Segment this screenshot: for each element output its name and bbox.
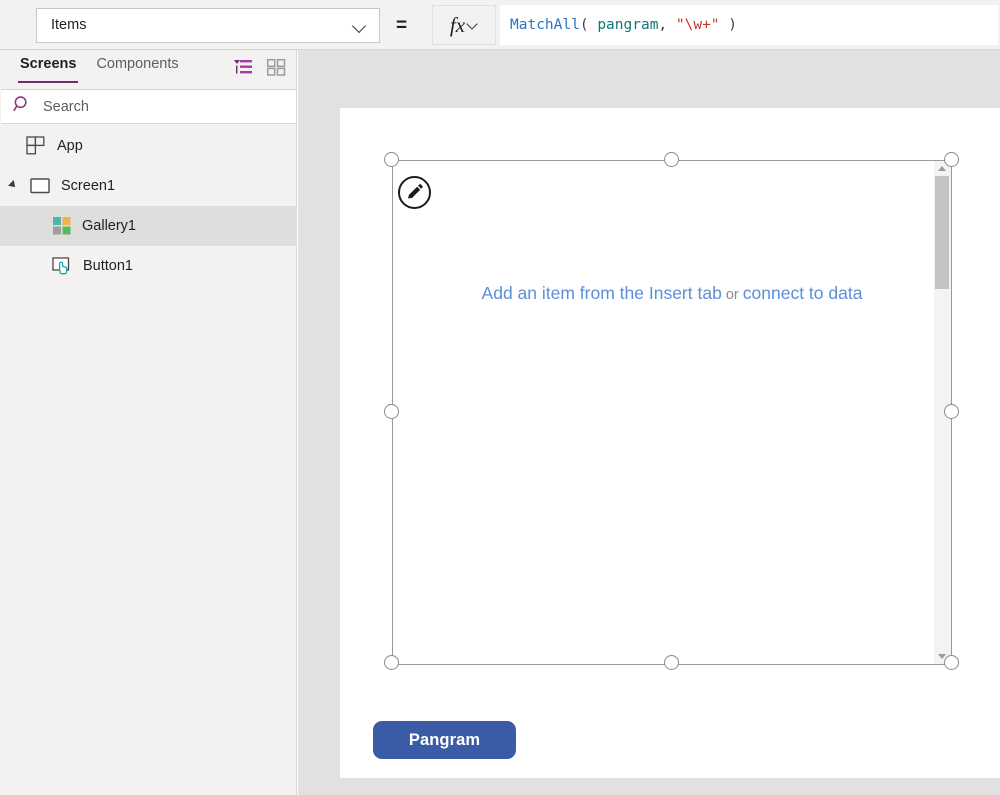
resize-handle-top-right[interactable]: [944, 152, 959, 167]
search-input[interactable]: Search: [1, 89, 297, 124]
formula-token-str: "\w+": [675, 17, 720, 33]
equals-sign: =: [396, 15, 408, 36]
tab-screens[interactable]: Screens: [10, 50, 86, 83]
canvas-area: Add an item from the Insert tab or conne…: [298, 50, 1000, 795]
resize-handle-top-center[interactable]: [664, 152, 679, 167]
scroll-up-arrow-icon[interactable]: [938, 166, 946, 171]
tree-item-gallery1-label: Gallery1: [82, 217, 136, 234]
tree-item-app[interactable]: App: [0, 126, 297, 166]
formula-input[interactable]: MatchAll( pangram, "\w+" ): [500, 5, 998, 45]
pencil-icon: [408, 184, 423, 199]
formula-bar: Items = fx MatchAll( pangram, "\w+" ): [0, 0, 1000, 50]
gallery-icon: [52, 216, 72, 236]
powerapps-studio-window: Items = fx MatchAll( pangram, "\w+" ) Sc…: [0, 0, 1000, 795]
left-sidebar: Screens Components Search App Screen1 Ga…: [0, 50, 297, 795]
search-placeholder: Search: [43, 98, 89, 115]
tree-view-icon[interactable]: [233, 58, 253, 76]
resize-handle-bottom-center[interactable]: [664, 655, 679, 670]
tree-item-app-label: App: [57, 137, 83, 154]
thumbnail-view-icon[interactable]: [266, 58, 286, 76]
tree-item-button1-label: Button1: [83, 257, 133, 274]
chevron-down-icon: [468, 20, 478, 30]
tab-screens-label: Screens: [20, 56, 77, 72]
property-dropdown[interactable]: Items: [36, 8, 380, 43]
property-dropdown-value: Items: [51, 17, 87, 34]
app-icon: [26, 136, 46, 156]
chevron-down-icon: [353, 19, 367, 33]
tab-components[interactable]: Components: [86, 50, 188, 83]
tree-item-gallery1[interactable]: Gallery1: [0, 206, 297, 246]
gallery-control[interactable]: Add an item from the Insert tab or conne…: [392, 160, 952, 665]
tab-components-label: Components: [96, 56, 179, 72]
gallery-scrollbar-thumb[interactable]: [935, 176, 949, 289]
resize-handle-top-left[interactable]: [384, 152, 399, 167]
sidebar-tabs: Screens Components: [0, 50, 296, 89]
pangram-button[interactable]: Pangram: [373, 721, 516, 759]
tree-item-screen1-label: Screen1: [61, 177, 116, 194]
formula-token-ident: pangram: [597, 17, 659, 33]
formula-token-fn: MatchAll: [510, 17, 580, 33]
app-canvas[interactable]: Add an item from the Insert tab or conne…: [340, 108, 1000, 778]
edit-gallery-button[interactable]: [398, 176, 431, 209]
resize-handle-bottom-left[interactable]: [384, 655, 399, 670]
tree-item-screen1[interactable]: Screen1: [0, 166, 297, 206]
fx-icon: fx: [449, 12, 466, 37]
resize-handle-middle-left[interactable]: [384, 404, 399, 419]
pangram-button-label: Pangram: [408, 730, 481, 749]
search-icon: [13, 95, 32, 119]
connect-to-data-link[interactable]: connect to data: [743, 283, 863, 303]
formula-token-punct: ,: [658, 17, 676, 33]
button-icon: [52, 256, 73, 276]
gallery-empty-or: or: [721, 287, 743, 303]
formula-token-punct: ): [719, 17, 738, 33]
formula-token-punct: (: [579, 17, 598, 33]
sidebar-view-toggles: [233, 58, 286, 76]
fx-button[interactable]: fx: [432, 5, 496, 45]
tree-item-button1[interactable]: Button1: [0, 246, 297, 286]
screen-icon: [30, 178, 50, 194]
resize-handle-middle-right[interactable]: [944, 404, 959, 419]
gallery-empty-message: Add an item from the Insert tab or conne…: [393, 283, 951, 304]
expand-collapse-icon[interactable]: [8, 180, 18, 190]
screens-tree: App Screen1 Gallery1 Button1: [0, 126, 297, 286]
insert-tab-link[interactable]: Add an item from the Insert tab: [482, 283, 722, 303]
resize-handle-bottom-right[interactable]: [944, 655, 959, 670]
